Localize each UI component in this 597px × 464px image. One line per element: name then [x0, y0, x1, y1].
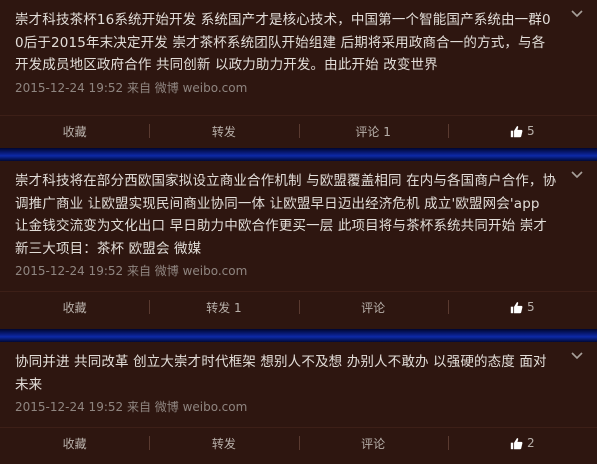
post-meta: 2015-12-24 19:52 来自 微博 weibo.com	[15, 80, 248, 95]
comment-label: 评论	[361, 436, 386, 451]
post-text: 协同并进 共同改革 创立大崇才时代框架 想别人不及想 办别人不敢办 以强硬的态度…	[15, 354, 547, 393]
like-button[interactable]: 5	[447, 292, 597, 322]
chevron-down-icon[interactable]	[569, 8, 585, 20]
post-body: 协同并进 共同改革 创立大崇才时代框架 想别人不及想 办别人不敢办 以强硬的态度…	[0, 342, 597, 416]
action-bar: 收藏 转发 评论 2	[0, 427, 597, 458]
post-card: 崇才科技茶杯16系统开始开发 系统国产才是核心技术，中国第一个智能国产系统由一群…	[0, 0, 597, 148]
chevron-down-icon[interactable]	[569, 169, 585, 181]
post-body: 崇才科技将在部分西欧国家拟设立商业合作机制 与欧盟覆盖相同 在内与各国商户合作，…	[0, 161, 597, 280]
repost-button[interactable]: 转发	[149, 116, 298, 146]
post-text: 崇才科技茶杯16系统开始开发 系统国产才是核心技术，中国第一个智能国产系统由一群…	[15, 12, 551, 73]
post-meta: 2015-12-24 19:52 来自 微博 weibo.com	[15, 400, 248, 414]
action-bar: 收藏 转发 1 评论 5	[0, 291, 597, 322]
like-count: 2	[527, 436, 535, 450]
repost-label: 转发	[211, 124, 236, 139]
comment-button[interactable]: 评论 1	[298, 116, 448, 146]
post-meta: 2015-12-24 19:52 来自 微博 weibo.com	[15, 264, 248, 278]
post-card: 崇才科技将在部分西欧国家拟设立商业合作机制 与欧盟覆盖相同 在内与各国商户合作，…	[0, 161, 597, 329]
post-separator	[0, 329, 597, 342]
post-card: 协同并进 共同改革 创立大崇才时代框架 想别人不及想 办别人不敢办 以强硬的态度…	[0, 342, 597, 464]
action-bar: 收藏 转发 评论 1 5	[0, 115, 597, 146]
thumbs-up-icon	[510, 437, 523, 450]
like-count: 5	[527, 124, 535, 138]
post-separator	[0, 148, 597, 161]
comment-button[interactable]: 评论	[298, 428, 448, 458]
post-text: 崇才科技将在部分西欧国家拟设立商业合作机制 与欧盟覆盖相同 在内与各国商户合作，…	[15, 173, 557, 257]
repost-label: 转发 1	[206, 300, 242, 315]
like-count: 5	[527, 300, 535, 314]
like-button[interactable]: 2	[447, 428, 597, 458]
weibo-feed: 崇才科技茶杯16系统开始开发 系统国产才是核心技术，中国第一个智能国产系统由一群…	[0, 0, 597, 464]
chevron-down-icon[interactable]	[569, 350, 585, 362]
like-button[interactable]: 5	[447, 116, 597, 146]
save-button[interactable]: 收藏	[0, 116, 149, 146]
comment-label: 评论	[361, 300, 386, 315]
save-label: 收藏	[62, 436, 87, 451]
thumbs-up-icon	[510, 125, 523, 138]
save-button[interactable]: 收藏	[0, 428, 149, 458]
comment-button[interactable]: 评论	[298, 292, 448, 322]
repost-label: 转发	[211, 436, 236, 451]
post-body: 崇才科技茶杯16系统开始开发 系统国产才是核心技术，中国第一个智能国产系统由一群…	[0, 0, 597, 97]
comment-label: 评论 1	[355, 124, 391, 139]
save-button[interactable]: 收藏	[0, 292, 149, 322]
thumbs-up-icon	[510, 301, 523, 314]
save-label: 收藏	[62, 300, 87, 315]
save-label: 收藏	[62, 124, 87, 139]
repost-button[interactable]: 转发	[149, 428, 298, 458]
repost-button[interactable]: 转发 1	[149, 292, 298, 322]
